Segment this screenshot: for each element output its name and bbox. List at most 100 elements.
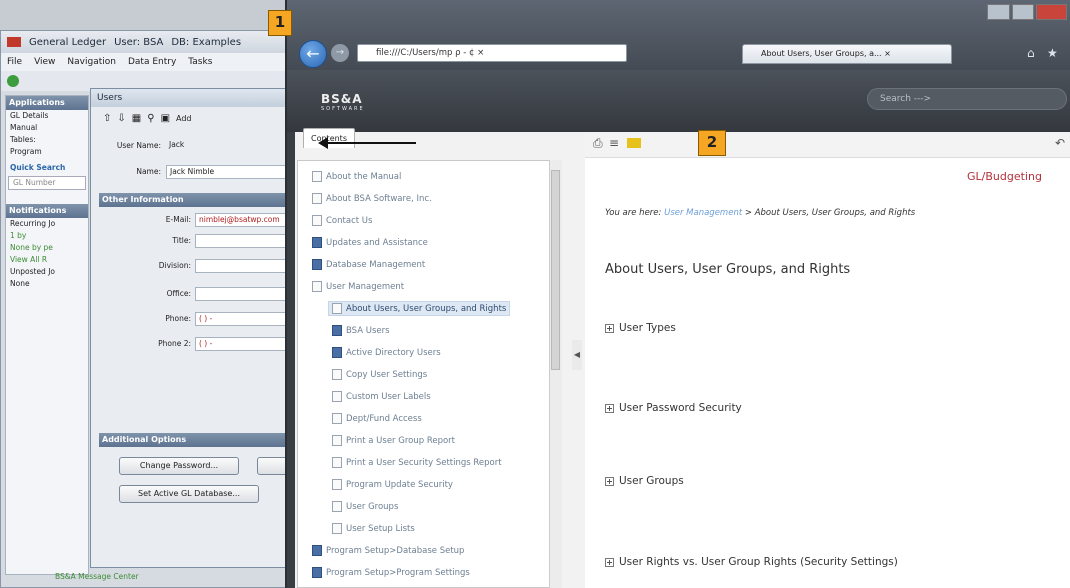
address-controls[interactable]: ρ - ¢ × [455, 48, 484, 58]
favorites-icon[interactable]: ★ [1047, 46, 1058, 60]
users-toolbar: ⇧ ⇩ ▦ ⚲ ▣ Add [103, 113, 192, 124]
find-icon[interactable]: ⚲ [147, 113, 154, 124]
notifications-header: Notifications [6, 204, 88, 218]
browser-tab[interactable]: About Users, User Groups, a... × [742, 44, 952, 64]
toc-item[interactable]: User Setup Lists [332, 523, 415, 534]
menu-icon[interactable]: ≡ [609, 136, 619, 150]
recurring-link-2[interactable]: None by pe [6, 242, 88, 254]
page-title: About Users, User Groups, and Rights [605, 262, 851, 277]
collapse-sidebar-icon[interactable]: ◀ [572, 340, 582, 370]
section-user-rights[interactable]: User Rights vs. User Group Rights (Secur… [605, 556, 898, 568]
close-button[interactable] [1036, 4, 1068, 20]
toc-item[interactable]: Active Directory Users [332, 347, 441, 358]
gl-left-item[interactable]: Manual [6, 122, 88, 134]
users-title-bar: Users [91, 89, 299, 107]
toc-item[interactable]: Program Setup>Database Setup [312, 545, 464, 556]
name-field[interactable]: Jack Nimble [166, 165, 301, 179]
name-label: Name: [136, 167, 161, 176]
book-icon [312, 545, 322, 556]
gl-left-item[interactable]: GL Details [6, 110, 88, 122]
recurring-link-1[interactable]: 1 by [6, 230, 88, 242]
toc-tree: About the Manual About BSA Software, Inc… [297, 160, 562, 588]
down-icon[interactable]: ⇩ [117, 113, 125, 124]
toc-item[interactable]: About the Manual [312, 171, 401, 182]
arrow-head-icon [318, 137, 328, 149]
section-user-groups[interactable]: User Groups [605, 475, 684, 487]
quick-search-field[interactable]: GL Number [8, 176, 86, 190]
toc-label: About BSA Software, Inc. [326, 193, 432, 204]
browser-window: ← → file:///C:/Users/mp ρ - ¢ × About Us… [285, 0, 1070, 588]
title-label: Title: [172, 236, 191, 245]
toc-label: About Users, User Groups, and Rights [346, 303, 507, 314]
toc-item[interactable]: User Groups [332, 501, 398, 512]
toc-item[interactable]: User Management [312, 281, 404, 292]
back-icon[interactable]: ↶ [1055, 136, 1065, 150]
toc-item[interactable]: BSA Users [332, 325, 390, 336]
recurring-link-3[interactable]: View All R [6, 254, 88, 266]
address-bar[interactable]: file:///C:/Users/mp ρ - ¢ × [357, 44, 627, 62]
breadcrumb-current: > About Users, User Groups, and Rights [744, 208, 916, 218]
toc-item[interactable]: Copy User Settings [332, 369, 427, 380]
print-icon[interactable]: ⎙ [593, 136, 603, 151]
book-icon [312, 567, 322, 578]
gl-left-item[interactable]: Tables: [6, 134, 88, 146]
toc-item[interactable]: Print a User Security Settings Report [332, 457, 502, 468]
window-controls [987, 4, 1068, 20]
toc-item[interactable]: Program Setup>Program Settings [312, 567, 470, 578]
section-user-types[interactable]: User Types [605, 322, 676, 334]
phone-label: Phone: [165, 314, 191, 323]
applications-header: Applications [6, 96, 88, 110]
forward-arrow-icon[interactable]: → [331, 44, 349, 62]
help-search-input[interactable]: Search ---> [867, 88, 1067, 110]
open-book-icon [312, 281, 322, 292]
toc-item[interactable]: Updates and Assistance [312, 237, 428, 248]
menu-navigation[interactable]: Navigation [67, 57, 116, 67]
home-icon[interactable]: ⌂ [1027, 46, 1035, 60]
menu-data-entry[interactable]: Data Entry [128, 57, 176, 67]
help-header: BS&A SOFTWARE Search ---> [287, 70, 1070, 132]
toc-label: Active Directory Users [346, 347, 441, 358]
set-active-gl-button[interactable]: Set Active GL Database... [119, 485, 259, 503]
gl-title: General Ledger [29, 36, 107, 48]
toc-item[interactable]: Dept/Fund Access [332, 413, 422, 424]
gl-title-bar: General Ledger User: BSA DB: Examples [1, 31, 301, 53]
breadcrumb: You are here: User Management > About Us… [605, 208, 915, 218]
up-icon[interactable]: ⇧ [103, 113, 111, 124]
section-password-security[interactable]: User Password Security [605, 402, 742, 414]
toc-item[interactable]: Database Management [312, 259, 425, 270]
add-button[interactable]: Add [176, 114, 192, 123]
toc-item[interactable]: About BSA Software, Inc. [312, 193, 432, 204]
book-icon [332, 347, 342, 358]
toc-item-selected[interactable]: About Users, User Groups, and Rights [328, 301, 511, 316]
book-icon [312, 259, 322, 270]
change-password-button[interactable]: Change Password... [119, 457, 239, 475]
toc-label: Updates and Assistance [326, 237, 428, 248]
gl-menu-bar: File View Navigation Data Entry Tasks [1, 53, 301, 71]
toc-item[interactable]: Contact Us [312, 215, 372, 226]
phone2-label: Phone 2: [158, 339, 191, 348]
menu-tasks[interactable]: Tasks [188, 57, 212, 67]
quick-search-label: Quick Search [10, 163, 66, 172]
highlight-icon[interactable] [627, 138, 641, 148]
tab-contents[interactable]: Contents [303, 128, 355, 148]
gl-app-icon [7, 37, 21, 47]
gl-home-icon[interactable] [7, 75, 19, 87]
breadcrumb-link[interactable]: User Management [664, 208, 742, 218]
toc-item[interactable]: Custom User Labels [332, 391, 431, 402]
back-arrow-icon[interactable]: ← [299, 40, 327, 68]
toc-scroll-thumb[interactable] [551, 170, 560, 370]
list-icon[interactable]: ▦ [132, 113, 141, 124]
menu-file[interactable]: File [7, 57, 22, 67]
doc-icon[interactable]: ▣ [161, 113, 170, 124]
toc-item[interactable]: Print a User Group Report [332, 435, 455, 446]
gl-left-item[interactable]: Program [6, 146, 88, 158]
toc-item[interactable]: Program Update Security [332, 479, 453, 490]
menu-view[interactable]: View [34, 57, 55, 67]
page-icon [332, 479, 342, 490]
gl-db: DB: Examples [171, 36, 242, 48]
minimize-button[interactable] [987, 4, 1010, 20]
toc-label: User Groups [346, 501, 399, 512]
maximize-button[interactable] [1011, 4, 1035, 20]
message-center-label[interactable]: BS&A Message Center [51, 571, 139, 583]
toc-label: Database Management [326, 259, 426, 270]
